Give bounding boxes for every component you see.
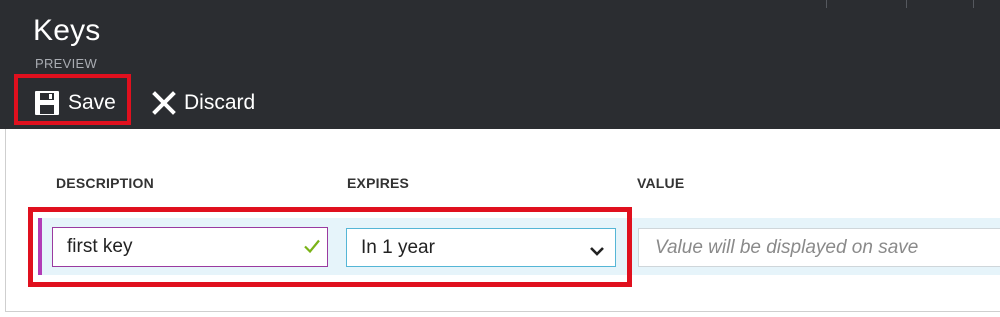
column-header-value: VALUE [637, 175, 685, 191]
header-divider [973, 0, 974, 8]
blade-header: Keys PREVIEW Save Discard [0, 0, 1000, 129]
header-divider [826, 0, 827, 8]
row-highlight-box [28, 207, 632, 287]
value-field[interactable]: Value will be displayed on save [638, 228, 1000, 267]
value-placeholder: Value will be displayed on save [655, 236, 919, 258]
column-header-expires: EXPIRES [347, 175, 410, 191]
header-divider [906, 0, 907, 8]
blade-title: Keys [33, 14, 101, 47]
column-header-description: DESCRIPTION [56, 175, 154, 191]
discard-button[interactable]: Discard [152, 84, 255, 122]
close-icon [152, 91, 176, 115]
blade-subtitle: PREVIEW [35, 56, 98, 71]
discard-label: Discard [184, 91, 256, 114]
save-highlight-box [14, 74, 131, 125]
